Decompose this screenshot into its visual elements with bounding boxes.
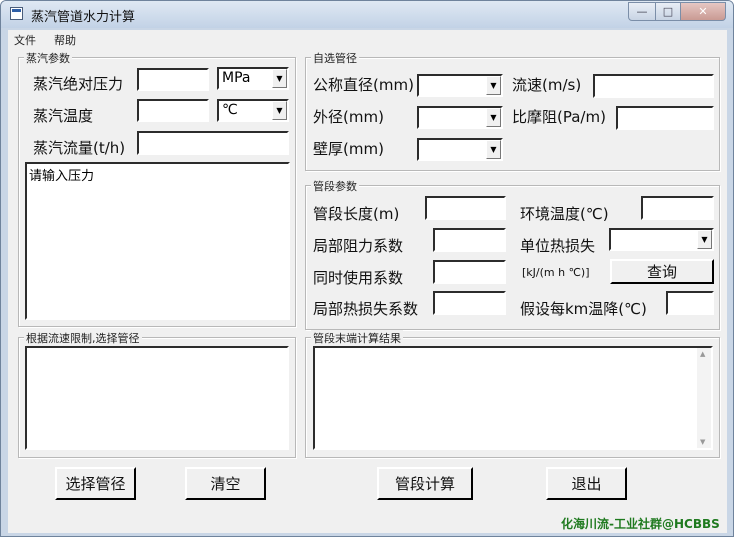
- temp-drop-input[interactable]: [666, 291, 714, 315]
- ambient-temp-label: 环境温度(℃): [520, 205, 609, 223]
- pressure-unit-select[interactable]: MPa ▼: [217, 67, 289, 90]
- local-resistance-input[interactable]: [433, 228, 506, 252]
- unit-heatloss-label: 单位热损失: [520, 237, 596, 255]
- nominal-diameter-select[interactable]: ▼: [417, 74, 503, 97]
- velocity-label: 流速(m/s): [512, 76, 582, 94]
- results-scrollbar[interactable]: ▲ ▼: [697, 348, 711, 448]
- temperature-input[interactable]: [137, 99, 209, 122]
- friction-input[interactable]: [616, 106, 714, 130]
- minimize-button[interactable]: —: [628, 2, 656, 21]
- chevron-down-icon[interactable]: ▼: [486, 108, 501, 127]
- simultaneous-coef-input[interactable]: [433, 260, 506, 284]
- local-resistance-label: 局部阻力系数: [313, 237, 404, 255]
- watermark-text: 化海川流-工业社群@HCBBS: [561, 517, 720, 531]
- flow-input[interactable]: [137, 131, 289, 155]
- chevron-down-icon[interactable]: ▼: [697, 230, 712, 249]
- pipe-candidate-list[interactable]: [25, 346, 289, 450]
- pipe-select-label: 自选管径: [311, 50, 359, 66]
- segment-params-label: 管段参数: [311, 178, 359, 194]
- pressure-label: 蒸汽绝对压力: [33, 75, 124, 93]
- menu-help[interactable]: 帮助: [54, 32, 76, 48]
- flow-label: 蒸汽流量(t/h): [33, 139, 126, 157]
- temp-drop-label: 假设每km温降(℃): [520, 300, 647, 318]
- select-pipe-button[interactable]: 选择管径: [55, 467, 136, 500]
- unit-heatloss-unit: [kJ/(m h ℃)]: [522, 266, 590, 279]
- results-label: 管段末端计算结果: [311, 330, 403, 346]
- simultaneous-coef-label: 同时使用系数: [313, 269, 404, 287]
- exit-button[interactable]: 退出: [546, 467, 627, 500]
- client-area: 文件 帮助 蒸汽参数 蒸汽绝对压力 MPa ▼ 蒸汽温度 ℃ ▼ 蒸汽流量(t/…: [8, 30, 727, 533]
- temperature-unit-select[interactable]: ℃ ▼: [217, 99, 289, 122]
- scroll-down-icon[interactable]: ▼: [700, 438, 705, 446]
- local-heatloss-coef-label: 局部热损失系数: [313, 300, 419, 318]
- menu-file[interactable]: 文件: [14, 32, 36, 48]
- calculate-button[interactable]: 管段计算: [377, 467, 473, 500]
- steam-params-label: 蒸汽参数: [24, 50, 72, 66]
- scroll-up-icon[interactable]: ▲: [700, 350, 705, 358]
- outer-diameter-select[interactable]: ▼: [417, 106, 503, 129]
- title-bar: 蒸汽管道水力计算 — □ ✕: [1, 1, 733, 28]
- message-box[interactable]: 请输入压力: [25, 162, 290, 320]
- maximize-button[interactable]: □: [655, 2, 681, 21]
- pressure-unit-value: MPa: [222, 70, 251, 86]
- flow-limit-label: 根据流速限制,选择管径: [24, 330, 142, 346]
- segment-length-input[interactable]: [425, 196, 506, 220]
- app-window: 蒸汽管道水力计算 — □ ✕ 文件 帮助 蒸汽参数 蒸汽绝对压力 MPa ▼ 蒸…: [0, 0, 734, 537]
- local-heatloss-coef-input[interactable]: [433, 291, 506, 315]
- friction-label: 比摩阻(Pa/m): [512, 108, 606, 126]
- chevron-down-icon[interactable]: ▼: [486, 76, 501, 95]
- unit-heatloss-select[interactable]: ▼: [609, 228, 714, 251]
- outer-diameter-label: 外径(mm): [313, 108, 384, 126]
- app-icon: [10, 7, 23, 20]
- chevron-down-icon[interactable]: ▼: [272, 69, 287, 88]
- ambient-temp-input[interactable]: [641, 196, 714, 220]
- results-textarea[interactable]: ▲ ▼: [313, 346, 713, 450]
- close-button[interactable]: ✕: [680, 2, 726, 21]
- wall-thickness-label: 壁厚(mm): [313, 140, 384, 158]
- chevron-down-icon[interactable]: ▼: [486, 140, 501, 159]
- menu-bar: 文件 帮助: [8, 30, 727, 48]
- message-text: 请输入压力: [29, 169, 95, 184]
- query-button[interactable]: 查询: [610, 259, 714, 284]
- chevron-down-icon[interactable]: ▼: [272, 101, 287, 120]
- temperature-label: 蒸汽温度: [33, 107, 94, 125]
- pressure-input[interactable]: [137, 68, 209, 91]
- wall-thickness-select[interactable]: ▼: [417, 138, 503, 161]
- nominal-diameter-label: 公称直径(mm): [313, 76, 414, 94]
- velocity-input[interactable]: [593, 74, 714, 98]
- clear-button[interactable]: 清空: [185, 467, 266, 500]
- window-title: 蒸汽管道水力计算: [31, 10, 136, 25]
- temperature-unit-value: ℃: [222, 102, 238, 118]
- segment-length-label: 管段长度(m): [313, 205, 400, 223]
